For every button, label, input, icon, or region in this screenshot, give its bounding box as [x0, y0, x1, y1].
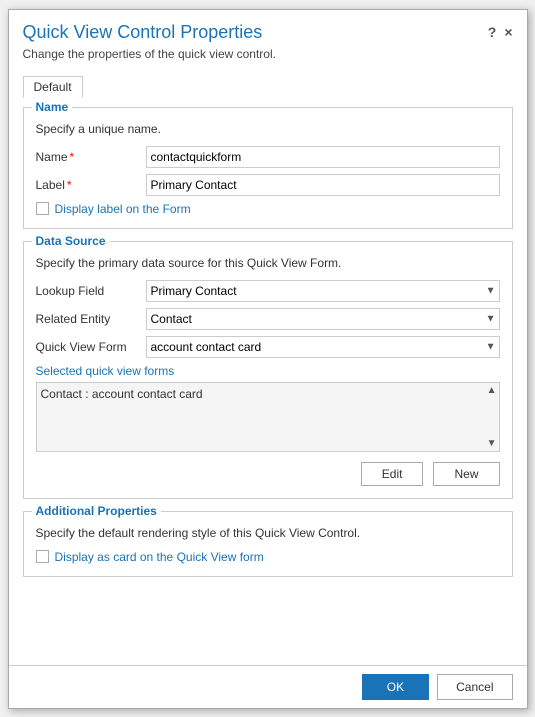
selected-form-item: Contact : account contact card: [41, 387, 495, 401]
display-label-text: Display label on the Form: [55, 202, 191, 216]
label-form-row: Label*: [36, 174, 500, 196]
datasource-section-desc: Specify the primary data source for this…: [36, 256, 500, 270]
dialog-header: Quick View Control Properties ? × Change…: [9, 10, 527, 67]
additional-section-legend: Additional Properties: [32, 504, 161, 518]
display-card-row: Display as card on the Quick View form: [36, 550, 500, 564]
lookup-field-wrapper: Primary Contact ▼: [146, 280, 500, 302]
dialog-title-icons: ? ×: [488, 24, 513, 40]
additional-section-desc: Specify the default rendering style of t…: [36, 526, 500, 540]
scroll-down-icon[interactable]: ▼: [487, 438, 497, 449]
display-card-checkbox[interactable]: [36, 550, 49, 563]
dialog-title: Quick View Control Properties: [23, 22, 263, 43]
related-entity-row: Related Entity Contact ▼: [36, 308, 500, 330]
lookup-field-select[interactable]: Primary Contact: [146, 280, 500, 302]
scroll-up-icon[interactable]: ▲: [487, 385, 497, 396]
name-form-row: Name*: [36, 146, 500, 168]
cancel-button[interactable]: Cancel: [437, 674, 512, 700]
label-input[interactable]: [146, 174, 500, 196]
display-label-checkbox[interactable]: [36, 202, 49, 215]
name-section: Name Specify a unique name. Name* Label*…: [23, 107, 513, 229]
edit-button[interactable]: Edit: [361, 462, 424, 486]
tab-default[interactable]: Default: [23, 76, 83, 98]
name-required-star: *: [70, 150, 75, 164]
help-icon[interactable]: ?: [488, 24, 497, 40]
new-button[interactable]: New: [433, 462, 499, 486]
label-label: Label*: [36, 178, 146, 192]
name-input[interactable]: [146, 146, 500, 168]
related-entity-label: Related Entity: [36, 312, 146, 326]
quick-view-dialog: Quick View Control Properties ? × Change…: [8, 9, 528, 709]
related-entity-select[interactable]: Contact: [146, 308, 500, 330]
quick-view-form-select[interactable]: account contact card: [146, 336, 500, 358]
selected-forms-box: Contact : account contact card ▲ ▼: [36, 382, 500, 452]
dialog-content: Default Name Specify a unique name. Name…: [9, 67, 527, 665]
related-entity-wrapper: Contact ▼: [146, 308, 500, 330]
display-label-row: Display label on the Form: [36, 202, 500, 216]
selected-forms-label: Selected quick view forms: [36, 364, 500, 378]
name-section-legend: Name: [32, 100, 73, 114]
close-icon[interactable]: ×: [504, 24, 512, 40]
dialog-subtitle: Change the properties of the quick view …: [23, 47, 513, 61]
quick-view-form-wrapper: account contact card ▼: [146, 336, 500, 358]
form-buttons-row: Edit New: [36, 462, 500, 486]
name-label: Name*: [36, 150, 146, 164]
dialog-footer: OK Cancel: [9, 665, 527, 708]
ok-button[interactable]: OK: [362, 674, 429, 700]
datasource-section: Data Source Specify the primary data sou…: [23, 241, 513, 499]
lookup-field-label: Lookup Field: [36, 284, 146, 298]
display-card-label: Display as card on the Quick View form: [55, 550, 264, 564]
quick-view-form-label: Quick View Form: [36, 340, 146, 354]
datasource-section-legend: Data Source: [32, 234, 110, 248]
additional-section: Additional Properties Specify the defaul…: [23, 511, 513, 577]
name-section-desc: Specify a unique name.: [36, 122, 500, 136]
quick-view-form-row: Quick View Form account contact card ▼: [36, 336, 500, 358]
label-required-star: *: [67, 178, 72, 192]
lookup-field-row: Lookup Field Primary Contact ▼: [36, 280, 500, 302]
tab-bar: Default: [23, 75, 513, 97]
